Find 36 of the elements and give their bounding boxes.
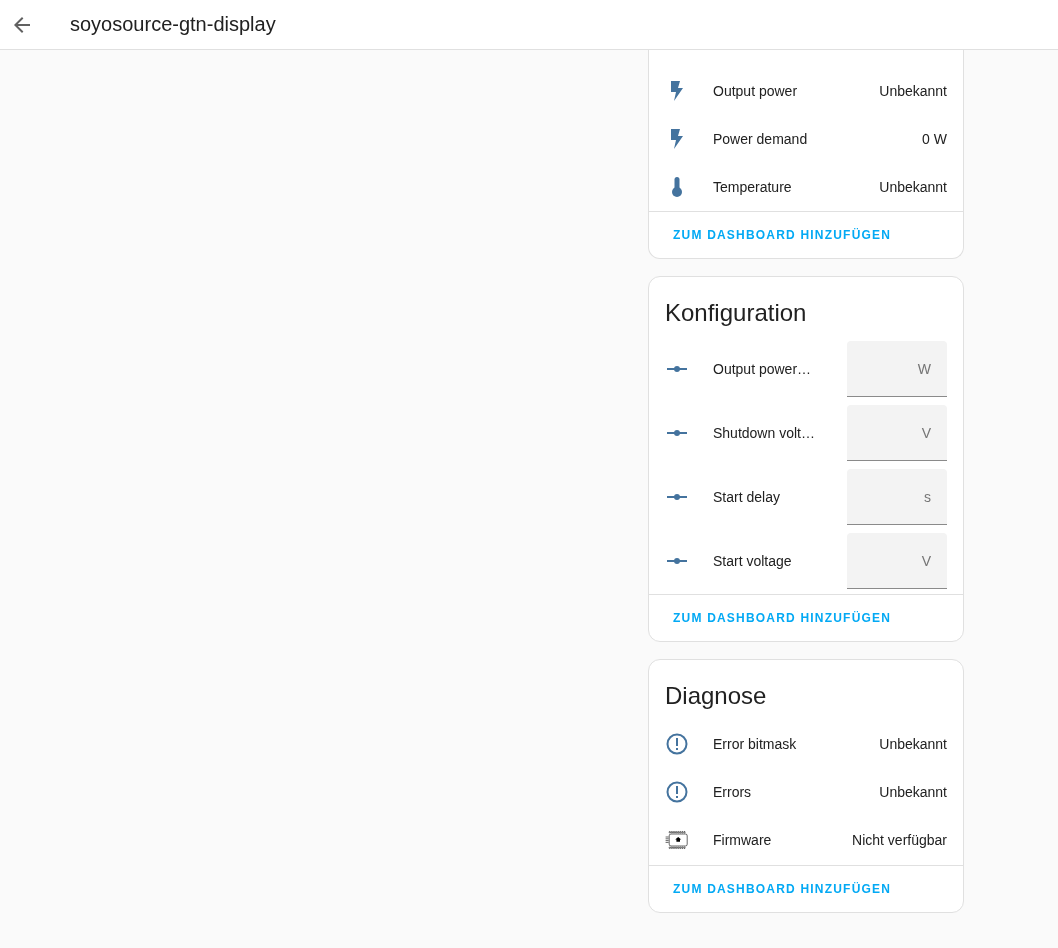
thermometer-icon [672,177,682,197]
entity-name: Power demand [713,131,809,147]
lightning-bolt-icon [671,81,683,101]
number-input-field[interactable]: V [847,405,947,461]
entity-name: Output power [713,83,799,99]
lightning-bolt-icon [671,129,683,149]
number-input-field[interactable]: s [847,469,947,525]
entity-state: Unbekannt [879,179,947,195]
number-input-field[interactable]: V [847,533,947,589]
unit-suffix: V [921,552,931,569]
unit-suffix: V [921,424,931,441]
unit-suffix: W [917,360,931,377]
entity-name: Output power… [713,361,813,377]
entity-name: Start delay [713,489,781,505]
entity-state: Unbekannt [879,83,947,99]
entity-name: Firmware [713,832,773,848]
entity-state: Unbekannt [879,736,947,752]
entity-name: Shutdown volt… [713,425,816,441]
entity-name: Error bitmask [713,736,798,752]
entity-name: Temperature [713,179,793,195]
alert-circle-icon [666,781,688,803]
entity-name: Errors [713,784,753,800]
entity-name: Start voltage [713,553,793,569]
card-title: Diagnose [664,681,768,711]
unit-suffix: s [924,488,931,505]
back-arrow-icon [14,16,30,33]
number-input-field[interactable]: W [847,341,947,397]
add-to-dashboard-button[interactable]: ZUM DASHBOARD HINZUFÜGEN [657,874,908,904]
add-to-dashboard-button[interactable]: ZUM DASHBOARD HINZUFÜGEN [657,220,908,250]
add-to-dashboard-button[interactable]: ZUM DASHBOARD HINZUFÜGEN [657,603,908,633]
alert-circle-icon [666,733,688,755]
entity-state: 0 W [922,131,947,147]
card-title: Konfiguration [664,298,808,328]
page-title: soyosource-gtn-display [70,13,276,36]
entity-state: Unbekannt [879,784,947,800]
entity-state: Nicht verfügbar [852,832,947,848]
